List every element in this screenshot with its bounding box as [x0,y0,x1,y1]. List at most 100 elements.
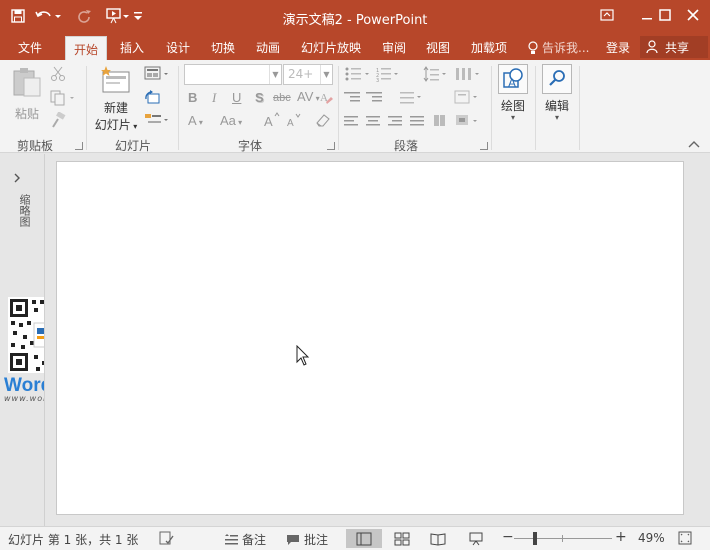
underline-button[interactable]: U [232,90,241,105]
italic-button[interactable]: I [212,90,216,106]
clear-formatting-icon[interactable]: A [320,90,334,106]
drawing-label: 绘图 [500,99,525,113]
ribbon-display-options-icon[interactable] [590,4,624,26]
paste-label: 粘贴 [14,107,39,121]
new-slide-label-2: 幻灯片 ▾ [94,118,138,132]
section-icon[interactable] [144,112,172,128]
new-slide-icon [101,66,130,93]
list-level-icon [400,92,421,104]
copy-icon[interactable] [50,90,78,106]
shapes-icon: A [498,64,528,94]
slide-count-status: 幻灯片 第 1 张，共 1 张 [8,533,139,547]
normal-view-button[interactable] [346,529,382,548]
cut-icon[interactable] [50,66,68,82]
font-dialog-launcher[interactable] [327,142,335,150]
comments-button[interactable]: 批注 [286,531,328,548]
share-label: 共享 [665,40,690,55]
text-shadow-button[interactable]: S [255,90,264,105]
paste-button[interactable]: 粘贴 [10,66,44,122]
bold-button[interactable]: B [188,90,197,105]
normal-view-icon [356,532,372,545]
zoom-slider-track[interactable] [514,538,612,539]
reading-view-button[interactable] [428,529,448,548]
smartart-icon [434,115,477,126]
zoom-slider-midpoint [562,535,563,542]
group-separator [178,66,179,150]
fit-slide-icon[interactable] [677,530,693,549]
tab-design[interactable]: 设计 [166,39,190,56]
line-spacing-icon [423,66,446,82]
tab-view[interactable]: 视图 [426,39,450,56]
font-color-button[interactable]: A ▾ [188,113,203,128]
drawing-button[interactable]: A 绘图 ▾ [496,64,530,128]
chevron-down-icon: ▾ [510,113,515,122]
redo-icon[interactable] [74,6,94,26]
status-bar: 幻灯片 第 1 张，共 1 张 备注 批注 − + 49% [0,526,710,550]
zoom-slider-thumb[interactable] [533,532,537,545]
clipboard-icon [13,68,41,97]
comments-label: 批注 [304,533,329,547]
mouse-cursor-icon [296,344,310,367]
eraser-icon[interactable] [314,112,332,128]
start-from-beginning-icon[interactable] [104,6,130,26]
notes-button[interactable]: 备注 [224,531,266,548]
font-size-combobox[interactable]: 24+ ▼ [283,64,333,85]
editing-label: 编辑 [544,99,569,113]
tab-addins[interactable]: 加载项 [471,39,507,56]
font-group-label: 字体 [238,139,263,153]
save-icon[interactable] [8,6,28,26]
decrease-font-size-icon[interactable]: A [286,112,302,129]
collapse-ribbon-icon[interactable] [688,138,702,150]
share-button[interactable]: 共享 [640,36,708,58]
character-spacing-button[interactable]: AV ▾ [297,89,320,104]
tab-slideshow[interactable]: 幻灯片放映 [301,39,361,56]
tell-me-box[interactable]: 告诉我... [528,39,589,56]
tab-review[interactable]: 审阅 [382,39,406,56]
change-case-button[interactable]: Aa ▾ [220,113,242,128]
thumbnail-pane: 缩略图 Word联盟 www.wordlm.com [0,154,88,526]
tab-home[interactable]: 开始 [65,36,108,60]
chevron-down-icon: ▾ [554,113,559,122]
bullets-icon [345,67,369,81]
tab-animations[interactable]: 动画 [256,39,280,56]
person-icon [646,40,658,54]
customize-quick-access-icon[interactable] [132,6,144,26]
close-icon[interactable] [676,4,710,26]
slide-canvas[interactable] [56,161,684,515]
paragraph-dialog-launcher[interactable] [480,142,488,150]
ribbon-tabs: 文件 开始 插入 设计 切换 动画 幻灯片放映 审阅 视图 加载项 告诉我...… [0,34,710,60]
font-name-combobox[interactable]: ▼ [184,64,282,85]
notes-label: 备注 [242,533,267,547]
tab-file[interactable]: 文件 [18,39,42,56]
zoom-out-button[interactable]: − [502,529,514,545]
slideshow-icon [469,532,483,545]
new-slide-button[interactable]: 新建 幻灯片 ▾ [92,66,140,132]
clipboard-dialog-launcher[interactable] [75,142,83,150]
editing-button[interactable]: 编辑 ▾ [540,64,574,128]
paragraph-controls: 123 [344,66,494,136]
expand-thumbnails-icon[interactable] [12,172,28,186]
paragraph-group-label: 段落 [394,139,419,153]
zoom-level[interactable]: 49% [638,531,665,545]
increase-font-size-icon[interactable]: A [264,112,280,129]
undo-icon[interactable] [34,6,62,26]
slideshow-view-button[interactable] [466,529,486,548]
reset-icon[interactable] [144,90,162,106]
tab-transitions[interactable]: 切换 [211,39,235,56]
zoom-in-button[interactable]: + [615,529,627,545]
group-separator [535,66,536,150]
numbering-icon: 123 [376,68,398,84]
svg-text:A: A [264,114,273,128]
slide-sorter-view-button[interactable] [392,529,412,548]
layout-icon[interactable] [144,66,172,82]
svg-text:3: 3 [376,78,379,84]
sign-in-link[interactable]: 登录 [606,39,630,56]
group-separator [86,66,87,150]
format-painter-icon[interactable] [50,111,68,128]
tab-insert[interactable]: 插入 [120,39,144,56]
thumbnail-pane-label[interactable]: 缩略图 [12,194,32,242]
group-separator [491,66,492,150]
spell-check-icon[interactable] [158,530,174,549]
align-icons [344,116,424,126]
strikethrough-button[interactable]: abc [273,92,291,104]
